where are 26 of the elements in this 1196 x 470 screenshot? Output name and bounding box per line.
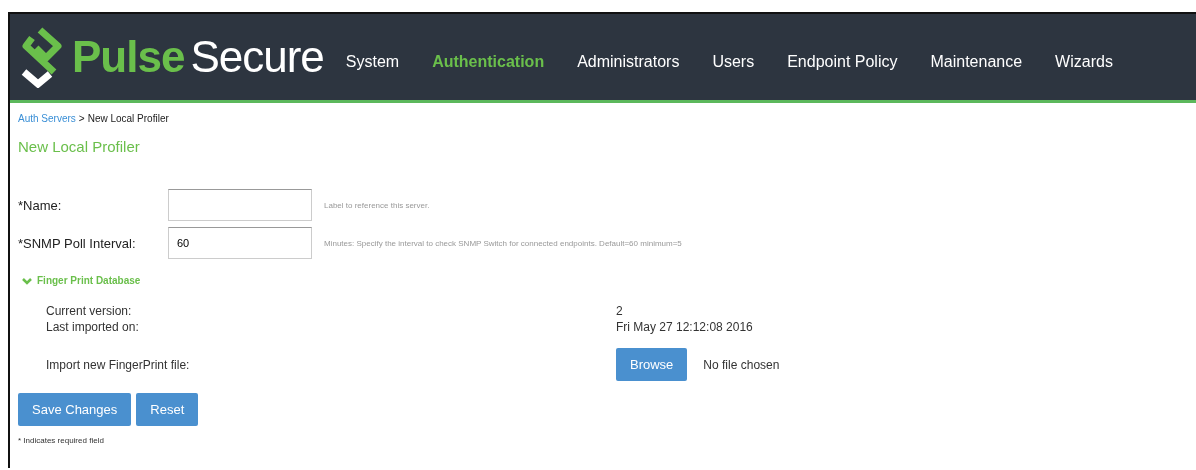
nav-item[interactable]: Maintenance (930, 53, 1023, 71)
nav-item[interactable]: System (345, 53, 400, 71)
import-label: Import new FingerPrint file: (46, 357, 191, 372)
logo-text: Secure (190, 32, 324, 82)
breadcrumb-current: New Local Profiler (87, 113, 169, 124)
footnote: * Indicates required field (18, 436, 105, 445)
breadcrumb-separator: > (78, 113, 85, 124)
input-field[interactable]: 60 (168, 227, 312, 259)
field-label: *Name: (18, 197, 63, 213)
nav-item[interactable]: Users (712, 53, 755, 71)
info-label: Current version: (46, 304, 133, 318)
page-title: New Local Profiler (18, 138, 141, 155)
nav-item[interactable]: Wizards (1055, 53, 1113, 71)
logo-text: Pulse (72, 32, 185, 82)
field-label: *SNMP Poll Interval: (18, 235, 137, 251)
info-label: Last imported on: (46, 320, 140, 334)
field-hint: Minutes: Specify the interval to check SNMP Switch for connected endpoints. Default=60 minimum=5 (324, 238, 682, 248)
info-value: Fri May 27 12:12:08 2016 (616, 320, 754, 334)
nav-item[interactable]: Endpoint Policy (787, 53, 898, 71)
info-value: 2 (616, 304, 624, 318)
nav-item[interactable]: Authentication (432, 53, 545, 71)
file-status: No file chosen (703, 357, 780, 372)
input-field[interactable] (168, 189, 312, 221)
field-hint: Label to reference this server. (324, 200, 430, 210)
nav-item[interactable]: Administrators (577, 53, 680, 71)
breadcrumb-link[interactable]: Auth Servers (18, 113, 76, 124)
